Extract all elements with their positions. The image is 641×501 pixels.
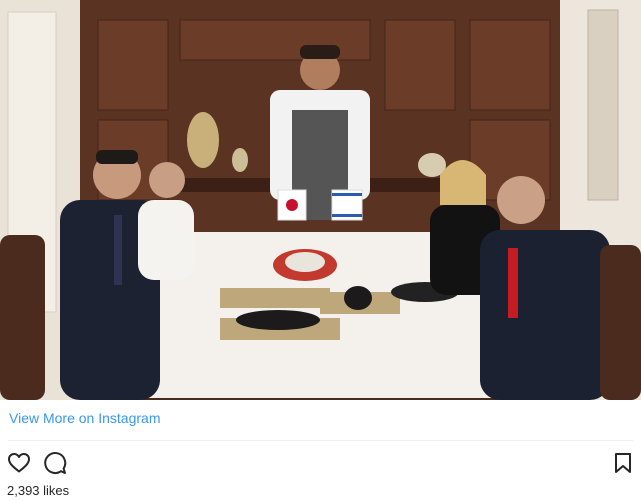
bookmark-icon [615, 453, 631, 473]
post-photo-image [0, 0, 641, 400]
save-button[interactable] [610, 450, 636, 476]
like-button[interactable] [6, 450, 32, 476]
comment-bubble-icon [44, 452, 67, 474]
post-photo[interactable] [0, 0, 641, 400]
likes-count: 2,393 likes [7, 483, 70, 498]
comment-button[interactable] [42, 450, 68, 476]
heart-outline-icon [8, 453, 30, 473]
view-more-on-instagram-link[interactable]: View More on Instagram [9, 410, 160, 426]
divider [8, 440, 633, 441]
action-bar [0, 450, 641, 476]
